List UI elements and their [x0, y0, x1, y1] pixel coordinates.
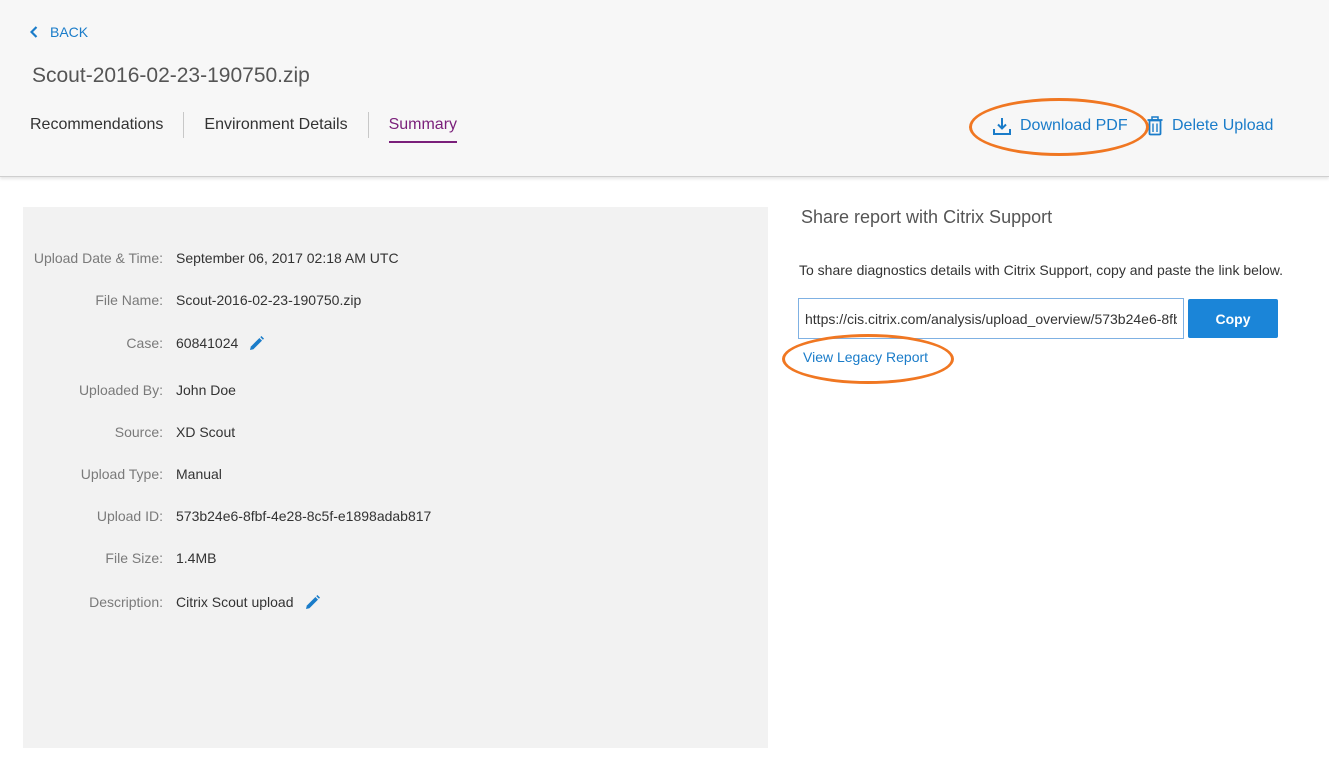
detail-value: Scout-2016-02-23-190750.zip — [176, 292, 362, 308]
share-link-input[interactable] — [798, 298, 1184, 339]
trash-icon — [1147, 116, 1163, 136]
detail-value: John Doe — [176, 382, 236, 398]
detail-row-description: Description: Citrix Scout upload — [23, 590, 321, 614]
share-description: To share diagnostics details with Citrix… — [799, 262, 1284, 278]
detail-row-file-size: File Size: 1.4MB — [23, 546, 216, 570]
detail-row-upload-date: Upload Date & Time: September 06, 2017 0… — [23, 246, 399, 270]
tab-environment-details[interactable]: Environment Details — [204, 112, 347, 143]
detail-row-uploaded-by: Uploaded By: John Doe — [23, 378, 236, 402]
detail-label: Case: — [126, 335, 163, 351]
chevron-left-icon — [30, 26, 38, 38]
view-legacy-report-link[interactable]: View Legacy Report — [803, 349, 928, 365]
detail-row-file-name: File Name: Scout-2016-02-23-190750.zip — [23, 288, 361, 312]
delete-upload-label: Delete Upload — [1172, 117, 1274, 134]
detail-row-case: Case: 60841024 — [23, 331, 265, 355]
detail-value: XD Scout — [176, 424, 236, 440]
detail-value: 1.4MB — [176, 550, 217, 566]
tab-summary[interactable]: Summary — [388, 112, 458, 143]
detail-value: September 06, 2017 02:18 AM UTC — [176, 250, 399, 266]
detail-label: Uploaded By: — [78, 382, 163, 398]
detail-value: 60841024 — [176, 335, 239, 351]
detail-label: Description: — [89, 594, 163, 610]
detail-label: Upload ID: — [96, 508, 163, 524]
download-pdf-button[interactable]: Download PDF — [992, 114, 1128, 138]
download-pdf-label: Download PDF — [1020, 117, 1128, 134]
back-link[interactable]: BACK — [30, 22, 88, 42]
detail-value: Manual — [176, 466, 222, 482]
edit-case-icon[interactable] — [248, 335, 265, 352]
page-header: BACK Scout-2016-02-23-190750.zip Recomme… — [0, 0, 1329, 177]
detail-label: File Name: — [95, 292, 163, 308]
download-icon — [993, 118, 1011, 135]
detail-label: Upload Date & Time: — [33, 250, 163, 266]
detail-row-upload-type: Upload Type: Manual — [23, 462, 222, 486]
detail-label: File Size: — [105, 550, 163, 566]
tab-bar: Recommendations Environment Details Summ… — [30, 112, 458, 144]
detail-value: 573b24e6-8fbf-4e28-8c5f-e1898adab817 — [176, 508, 432, 524]
tab-recommendations[interactable]: Recommendations — [30, 112, 163, 143]
delete-upload-button[interactable]: Delete Upload — [1146, 114, 1273, 138]
back-label: BACK — [50, 24, 89, 40]
detail-value: Citrix Scout upload — [176, 594, 294, 610]
tab-divider — [183, 112, 185, 138]
detail-row-source: Source: XD Scout — [23, 420, 235, 444]
tab-divider — [367, 112, 369, 138]
detail-label: Source: — [114, 424, 163, 440]
upload-details-panel: Upload Date & Time: September 06, 2017 0… — [23, 207, 768, 748]
detail-label: Upload Type: — [80, 466, 163, 482]
page-title: Scout-2016-02-23-190750.zip — [32, 64, 310, 87]
share-title: Share report with Citrix Support — [801, 207, 1053, 227]
copy-button[interactable]: Copy — [1188, 299, 1278, 338]
detail-row-upload-id: Upload ID: 573b24e6-8fbf-4e28-8c5f-e1898… — [23, 504, 432, 528]
summary-page: BACK Scout-2016-02-23-190750.zip Recomme… — [0, 0, 1329, 758]
edit-description-icon[interactable] — [304, 594, 321, 611]
